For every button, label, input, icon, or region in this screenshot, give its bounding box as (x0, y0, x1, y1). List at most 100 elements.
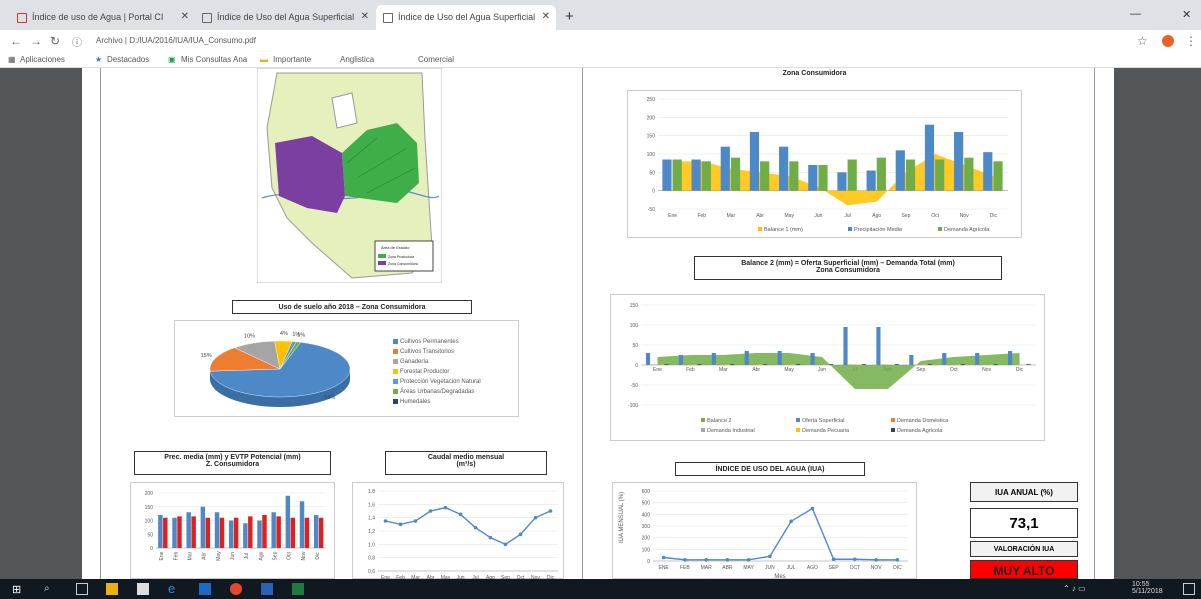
x-tick-label: Feb (697, 213, 706, 219)
bar (753, 364, 759, 366)
file-explorer-icon[interactable] (106, 583, 118, 595)
y-tick-label: 50 (649, 170, 655, 176)
bar (228, 520, 234, 548)
bookmark-consultas[interactable]: Mis Consultas Ana (181, 55, 247, 64)
y-tick-label: 100 (630, 323, 639, 329)
bar (163, 517, 168, 548)
bar (828, 364, 834, 365)
bar (664, 364, 669, 365)
iua-valuation-label: VALORACIÓN IUA (970, 541, 1078, 557)
menu-icon[interactable]: ⋮ (1185, 34, 1197, 48)
divider (100, 68, 101, 579)
bar (758, 364, 763, 366)
task-view-icon[interactable] (76, 583, 88, 595)
divider (1094, 68, 1095, 579)
bar (796, 364, 801, 365)
tray-icons[interactable]: ⌃ ♪ ▭ (1063, 584, 1086, 593)
clock[interactable]: 10:55 5/11/2018 (1132, 581, 1163, 595)
x-tick-label: Dic (315, 552, 321, 560)
legend-label: Áreas Urbanas/Degradadas (400, 389, 475, 396)
edge-icon[interactable]: e (168, 581, 180, 596)
legend-label: Cultivos Transitorios (400, 349, 455, 356)
pdf-page: Área de Estudio Zona Productora Zona Con… (82, 68, 1114, 579)
apps-icon[interactable]: ▦ (8, 55, 16, 64)
bar (205, 517, 211, 548)
close-icon[interactable]: ✕ (542, 11, 550, 22)
bookmark-importante[interactable]: Importante (273, 55, 311, 64)
data-point (853, 557, 857, 562)
bookmark-destacados[interactable]: Destacados (107, 55, 149, 64)
legend-label: Humedales (400, 399, 431, 406)
bar (725, 364, 730, 366)
x-tick-label: NOV (871, 565, 883, 571)
browser-tab-bar: Índice de uso de Agua | Portal CI ✕ Índi… (0, 0, 1201, 30)
url-field[interactable]: Archivo | D:/IUA/2016/IUA/IUA_Consumo.pd… (92, 33, 1120, 49)
forward-icon[interactable]: → (30, 34, 42, 48)
x-tick-label: Ago (872, 213, 881, 219)
bar (918, 364, 923, 366)
bar (683, 364, 688, 366)
store-icon[interactable] (137, 583, 149, 595)
bookmark-apps[interactable]: Aplicaciones (20, 55, 65, 64)
pie-data-label: 10% (244, 334, 255, 340)
excel-icon[interactable] (292, 583, 304, 595)
notifications-icon[interactable] (1183, 583, 1195, 595)
bar (993, 364, 998, 365)
bar (786, 364, 791, 366)
outlook-icon[interactable] (199, 583, 211, 595)
star-icon[interactable]: ☆ (1137, 34, 1148, 48)
x-tick-label: Nov (960, 213, 969, 219)
pdf-viewer[interactable]: Área de Estudio Zona Productora Zona Con… (0, 68, 1201, 579)
tab-2[interactable]: Índice de Uso del Agua Superficial ✕ (195, 5, 375, 30)
y-tick-label: 50 (632, 343, 638, 349)
data-point (895, 558, 900, 562)
x-tick-label: Jul (244, 553, 250, 559)
bar (650, 364, 655, 366)
y-tick-label: 200 (642, 536, 651, 542)
y-tick-label: 0,6 (368, 569, 375, 575)
close-icon[interactable]: ✕ (181, 11, 189, 22)
x-tick-label: Mar (719, 367, 728, 373)
x-tick-label: Ene (159, 551, 165, 560)
y-tick-label: 0 (635, 363, 638, 369)
data-point (725, 558, 730, 562)
bar (954, 132, 964, 191)
time: 10:55 (1132, 581, 1150, 588)
bar (993, 161, 1003, 191)
minimize-button[interactable]: — (1130, 8, 1141, 20)
bar (313, 515, 319, 548)
close-window-button[interactable]: ✕ (1182, 8, 1191, 21)
x-tick-label: Oct (287, 552, 293, 560)
bar (730, 364, 735, 365)
back-icon[interactable]: ← (10, 34, 22, 48)
bookmark-anglistica[interactable]: Anglistica (340, 55, 374, 64)
chrome-icon[interactable] (230, 583, 242, 595)
x-tick-label: Abr (752, 367, 760, 373)
map-legend-title: Área de Estudio (381, 245, 410, 250)
windows-start-icon[interactable]: ⊞ (12, 583, 24, 596)
word-icon[interactable] (261, 583, 273, 595)
pie-legend-item: Protección Vegetación Natural (393, 379, 481, 385)
star-icon: ★ (95, 55, 103, 64)
legend-swatch (393, 349, 398, 355)
bar (655, 364, 660, 366)
bookmark-comercial[interactable]: Comercial (418, 55, 454, 64)
y-axis-title: IUA MENSUAL (%) (619, 492, 625, 543)
reload-icon[interactable]: ↻ (50, 34, 60, 48)
bar (716, 364, 721, 366)
search-icon[interactable]: ⌕ (44, 583, 56, 595)
line-series (385, 506, 551, 546)
info-icon[interactable]: ⓘ (72, 34, 82, 49)
tab-3[interactable]: Índice de Uso del Agua Superficial ✕ (376, 5, 556, 30)
bar (749, 132, 760, 191)
gmail-icon (17, 13, 27, 23)
avatar[interactable] (1162, 35, 1174, 47)
legend-label: Protección Vegetación Natural (400, 379, 481, 386)
bar (200, 506, 206, 548)
tab-1[interactable]: Índice de uso de Agua | Portal CI ✕ (10, 5, 195, 30)
new-tab-button[interactable]: + (565, 8, 574, 25)
bar (777, 351, 782, 365)
legend-label: Balance 2 (707, 418, 731, 424)
bar (233, 517, 239, 548)
close-icon[interactable]: ✕ (361, 11, 369, 22)
